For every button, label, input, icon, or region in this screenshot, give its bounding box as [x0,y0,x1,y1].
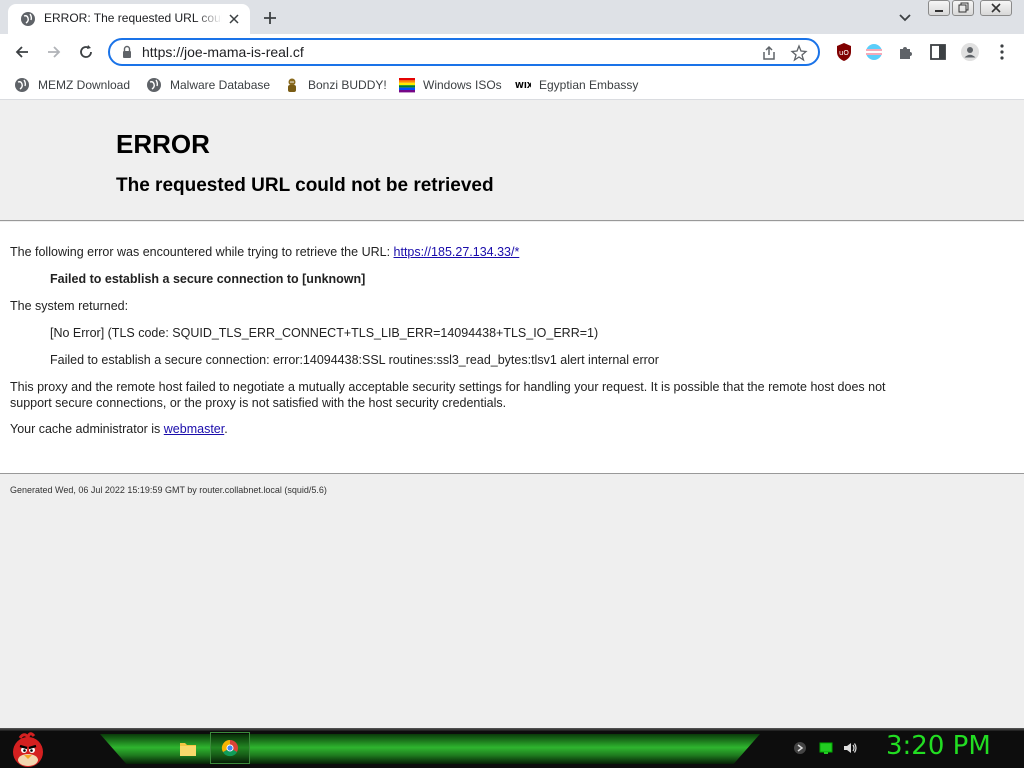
bookmark-egyptian-embassy[interactable]: WIX Egyptian Embassy [515,76,638,94]
bookmark-label: Egyptian Embassy [539,78,639,92]
admin-paragraph: Your cache administrator is webmaster. [10,422,228,436]
minimize-button[interactable] [928,0,950,16]
page-title: ERROR [116,129,210,159]
puzzle-icon[interactable] [896,42,916,62]
close-icon [991,3,1001,13]
taskbar-border [0,728,1024,731]
restore-button[interactable] [952,0,974,16]
minimize-icon [935,10,943,12]
bookmark-label: Windows ISOs [423,78,502,92]
volume-icon[interactable] [842,740,858,756]
system-returned-label: The system returned: [10,299,129,313]
tab-strip: ERROR: The requested URL could not be re… [0,0,1024,34]
tab-active[interactable]: ERROR: The requested URL could not be re… [8,4,250,34]
angry-bird-start-icon[interactable] [6,730,48,768]
admin-prefix: Your cache administrator is [10,422,164,436]
taskbar-chrome[interactable] [210,732,250,764]
close-window-button[interactable] [980,0,1012,16]
taskbar [0,728,1024,768]
ublock-origin-icon[interactable]: uO [834,42,854,62]
side-panel-icon[interactable] [928,42,948,62]
lock-icon[interactable] [120,45,134,59]
admin-suffix: . [224,422,228,436]
taskbar-clock[interactable]: 3:20 PM [886,731,991,761]
bookmarks-bar: MEMZ Download Malware Database Bonzi BUD… [0,70,1024,100]
explanation-line-1: This proxy and the remote host failed to… [10,380,886,394]
tray-app-icon[interactable] [792,740,808,756]
restore-icon [958,2,969,13]
star-icon[interactable] [790,44,808,62]
bookmark-malware-database[interactable]: Malware Database [146,76,270,94]
globe-icon [147,78,161,92]
tab-title: ERROR: The requested URL could not be re… [44,11,222,25]
svg-text:WIX: WIX [515,81,531,90]
network-icon[interactable] [818,740,834,756]
url-text[interactable]: https://joe-mama-is-real.cf [142,44,304,60]
bookmark-label: Malware Database [170,78,271,92]
forward-icon[interactable] [44,42,64,62]
chrome-icon [221,739,238,757]
address-bar[interactable]: https://joe-mama-is-real.cf [108,38,820,66]
windows-flag-icon [399,78,415,93]
bonzi-icon [288,78,296,92]
browser-window: ERROR: The requested URL could not be re… [0,0,1024,728]
chevron-down-icon[interactable] [896,8,914,26]
profile-avatar-icon[interactable] [960,42,980,62]
bookmark-label: Bonzi BUDDY! [308,78,387,92]
error-header: ERROR The requested URL could not be ret… [0,101,1024,221]
ssl-error-detail: Failed to establish a secure connection:… [50,353,659,367]
folder-icon [180,743,196,756]
close-icon[interactable] [226,11,242,27]
explanation-line-2: support secure connections, or the proxy… [10,396,507,410]
tls-error-code: [No Error] (TLS code: SQUID_TLS_ERR_CONN… [50,326,599,340]
taskbar-file-explorer[interactable] [168,732,208,764]
bookmark-label: MEMZ Download [38,78,131,92]
wix-icon: WIX [515,81,531,90]
globe-icon [15,78,29,92]
requested-url-link[interactable]: https://185.27.134.33/* [394,245,520,259]
menu-dots-icon[interactable] [992,42,1012,62]
intro-text: The following error was encountered whil… [10,245,394,259]
bookmark-bonzi-buddy[interactable]: Bonzi BUDDY! [284,76,387,94]
share-icon[interactable] [760,44,778,62]
back-icon[interactable] [12,42,32,62]
error-body: The following error was encountered whil… [0,222,1024,474]
reload-icon[interactable] [76,42,96,62]
browser-toolbar: https://joe-mama-is-real.cf uO 2 [0,34,1024,99]
pride-extension-icon[interactable] [864,42,884,62]
page-subtitle: The requested URL could not be retrieved [116,175,494,196]
intro-paragraph: The following error was encountered whil… [10,245,519,259]
error-title: Failed to establish a secure connection … [50,272,366,286]
bookmark-windows-isos[interactable]: Windows ISOs [399,76,502,94]
page-content: ERROR The requested URL could not be ret… [0,101,1024,728]
footer-generated-text: Generated Wed, 06 Jul 2022 15:19:59 GMT … [10,485,327,495]
bookmark-memz-download[interactable]: MEMZ Download [14,76,130,94]
svg-text:uO: uO [839,49,849,57]
webmaster-link[interactable]: webmaster [164,422,224,436]
globe-icon [21,12,35,26]
new-tab-icon[interactable] [260,8,280,28]
